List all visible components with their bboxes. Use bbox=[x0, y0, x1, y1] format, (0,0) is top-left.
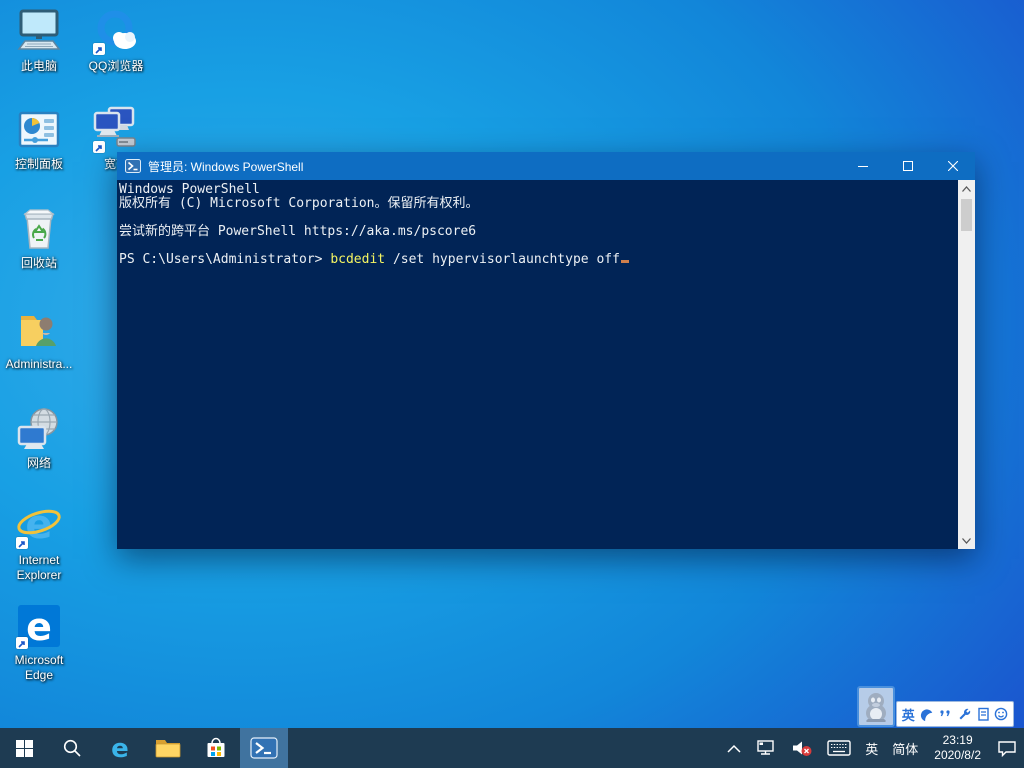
user-folder-icon bbox=[15, 306, 63, 354]
this-pc-icon bbox=[15, 8, 63, 56]
action-center-button[interactable] bbox=[990, 728, 1024, 768]
svg-text:e: e bbox=[25, 502, 52, 548]
desktop-icon-control-panel[interactable]: 控制面板 bbox=[0, 106, 78, 172]
scroll-down-button[interactable] bbox=[958, 532, 975, 549]
ethernet-network-icon bbox=[755, 739, 777, 757]
internet-explorer-icon: e bbox=[15, 502, 63, 550]
svg-text:e: e bbox=[111, 735, 129, 761]
taskbar: e bbox=[0, 728, 1024, 768]
network-icon bbox=[15, 405, 63, 453]
desktop-icon-label: 回收站 bbox=[0, 256, 78, 271]
qq-tray-float[interactable] bbox=[857, 686, 895, 727]
prompt-prefix: PS C:\Users\Administrator> bbox=[119, 252, 330, 267]
desktop-icon-label: 网络 bbox=[0, 456, 78, 471]
console-prompt-line: PS C:\Users\Administrator> bcdedit /set … bbox=[119, 253, 955, 267]
shortcut-arrow-icon bbox=[16, 637, 28, 649]
powershell-window: 管理员: Windows PowerShell Windows PowerShe… bbox=[117, 152, 975, 549]
speaker-muted-icon bbox=[791, 739, 813, 757]
taskbar-file-explorer-button[interactable] bbox=[144, 728, 192, 768]
tray-volume-muted-button[interactable] bbox=[784, 728, 820, 768]
minimize-icon bbox=[858, 161, 868, 171]
tray-ime-scheme[interactable]: 简体 bbox=[885, 728, 925, 768]
desktop-icon-internet-explorer[interactable]: e Internet Explorer bbox=[0, 502, 78, 583]
maximize-icon bbox=[903, 161, 913, 171]
ime-handwriting-panel-icon[interactable] bbox=[976, 707, 990, 721]
taskbar-edge-button[interactable]: e bbox=[96, 728, 144, 768]
desktop-icon-network[interactable]: 网络 bbox=[0, 405, 78, 471]
control-panel-icon bbox=[15, 106, 63, 154]
action-center-icon bbox=[997, 739, 1017, 757]
desktop-icon-label: 控制面板 bbox=[0, 157, 78, 172]
desktop-icon-this-pc[interactable]: 此电脑 bbox=[0, 8, 78, 74]
windows-logo-icon bbox=[16, 740, 33, 757]
keyboard-icon bbox=[827, 740, 851, 756]
shortcut-arrow-icon bbox=[93, 43, 105, 55]
ime-emoji-smiley-icon[interactable] bbox=[994, 707, 1008, 721]
ime-toolbar: 英 bbox=[896, 701, 1014, 727]
scroll-up-button[interactable] bbox=[958, 180, 975, 197]
scrollbar-thumb[interactable] bbox=[961, 199, 972, 231]
system-tray: 英 简体 23:19 2020/8/2 bbox=[720, 728, 1024, 768]
minimize-button[interactable] bbox=[840, 152, 885, 180]
qq-browser-icon bbox=[92, 8, 140, 56]
tray-touch-keyboard-button[interactable] bbox=[820, 728, 858, 768]
microsoft-edge-icon: e bbox=[15, 602, 63, 650]
tray-language-indicator[interactable]: 英 bbox=[858, 728, 885, 768]
console-line: Windows PowerShell bbox=[119, 183, 955, 197]
taskbar-powershell-button[interactable] bbox=[240, 728, 288, 768]
chevron-up-icon bbox=[727, 744, 741, 753]
desktop-icon-label: QQ浏览器 bbox=[77, 59, 155, 74]
maximize-button[interactable] bbox=[885, 152, 930, 180]
broadband-icon bbox=[92, 106, 140, 154]
file-explorer-icon bbox=[155, 737, 181, 759]
close-icon bbox=[948, 161, 958, 171]
chevron-up-icon bbox=[962, 186, 971, 192]
window-titlebar[interactable]: 管理员: Windows PowerShell bbox=[117, 152, 975, 180]
edge-icon: e bbox=[107, 735, 133, 761]
shortcut-arrow-icon bbox=[16, 537, 28, 549]
shortcut-arrow-icon bbox=[93, 141, 105, 153]
search-icon bbox=[63, 739, 81, 757]
ime-punctuation-icon[interactable] bbox=[938, 707, 952, 721]
powershell-icon bbox=[250, 736, 278, 760]
taskbar-store-button[interactable] bbox=[192, 728, 240, 768]
window-title: 管理员: Windows PowerShell bbox=[148, 158, 840, 175]
desktop-icon-recycle-bin[interactable]: 回收站 bbox=[0, 205, 78, 271]
ime-wrench-icon[interactable] bbox=[957, 707, 971, 721]
desktop-icon-qq-browser[interactable]: QQ浏览器 bbox=[77, 8, 155, 74]
desktop-icon-admin-folder[interactable]: Administra... bbox=[0, 306, 78, 372]
desktop-icon-label: Internet Explorer bbox=[0, 553, 78, 583]
microsoft-store-icon bbox=[204, 736, 228, 760]
tray-show-hidden-button[interactable] bbox=[720, 728, 748, 768]
console-line: 版权所有 (C) Microsoft Corporation。保留所有权利。 bbox=[119, 197, 955, 211]
chevron-down-icon bbox=[962, 538, 971, 544]
desktop-icon-label: Administra... bbox=[0, 357, 78, 372]
ime-fullwidth-moon-icon[interactable] bbox=[919, 707, 933, 721]
typed-command: bcdedit bbox=[330, 252, 385, 267]
text-cursor bbox=[621, 260, 629, 263]
clock-date: 2020/8/2 bbox=[934, 748, 981, 763]
recycle-bin-icon bbox=[15, 205, 63, 253]
console-scrollbar[interactable] bbox=[958, 180, 975, 549]
desktop-icon-label: 此电脑 bbox=[0, 59, 78, 74]
close-button[interactable] bbox=[930, 152, 975, 180]
console-line: 尝试新的跨平台 PowerShell https://aka.ms/pscore… bbox=[119, 225, 955, 239]
clock-time: 23:19 bbox=[943, 733, 973, 748]
desktop-icon-microsoft-edge[interactable]: e Microsoft Edge bbox=[0, 602, 78, 683]
svg-text:e: e bbox=[26, 605, 52, 649]
qq-penguin-icon bbox=[863, 692, 889, 722]
command-args: /set hypervisorlaunchtype off bbox=[385, 252, 620, 267]
ime-language-mode-button[interactable]: 英 bbox=[902, 705, 915, 724]
powershell-icon bbox=[125, 158, 141, 174]
console-output[interactable]: Windows PowerShell 版权所有 (C) Microsoft Co… bbox=[117, 180, 975, 549]
search-button[interactable] bbox=[48, 728, 96, 768]
tray-network-button[interactable] bbox=[748, 728, 784, 768]
tray-clock[interactable]: 23:19 2020/8/2 bbox=[925, 728, 990, 768]
start-button[interactable] bbox=[0, 728, 48, 768]
desktop-icon-label: Microsoft Edge bbox=[0, 653, 78, 683]
